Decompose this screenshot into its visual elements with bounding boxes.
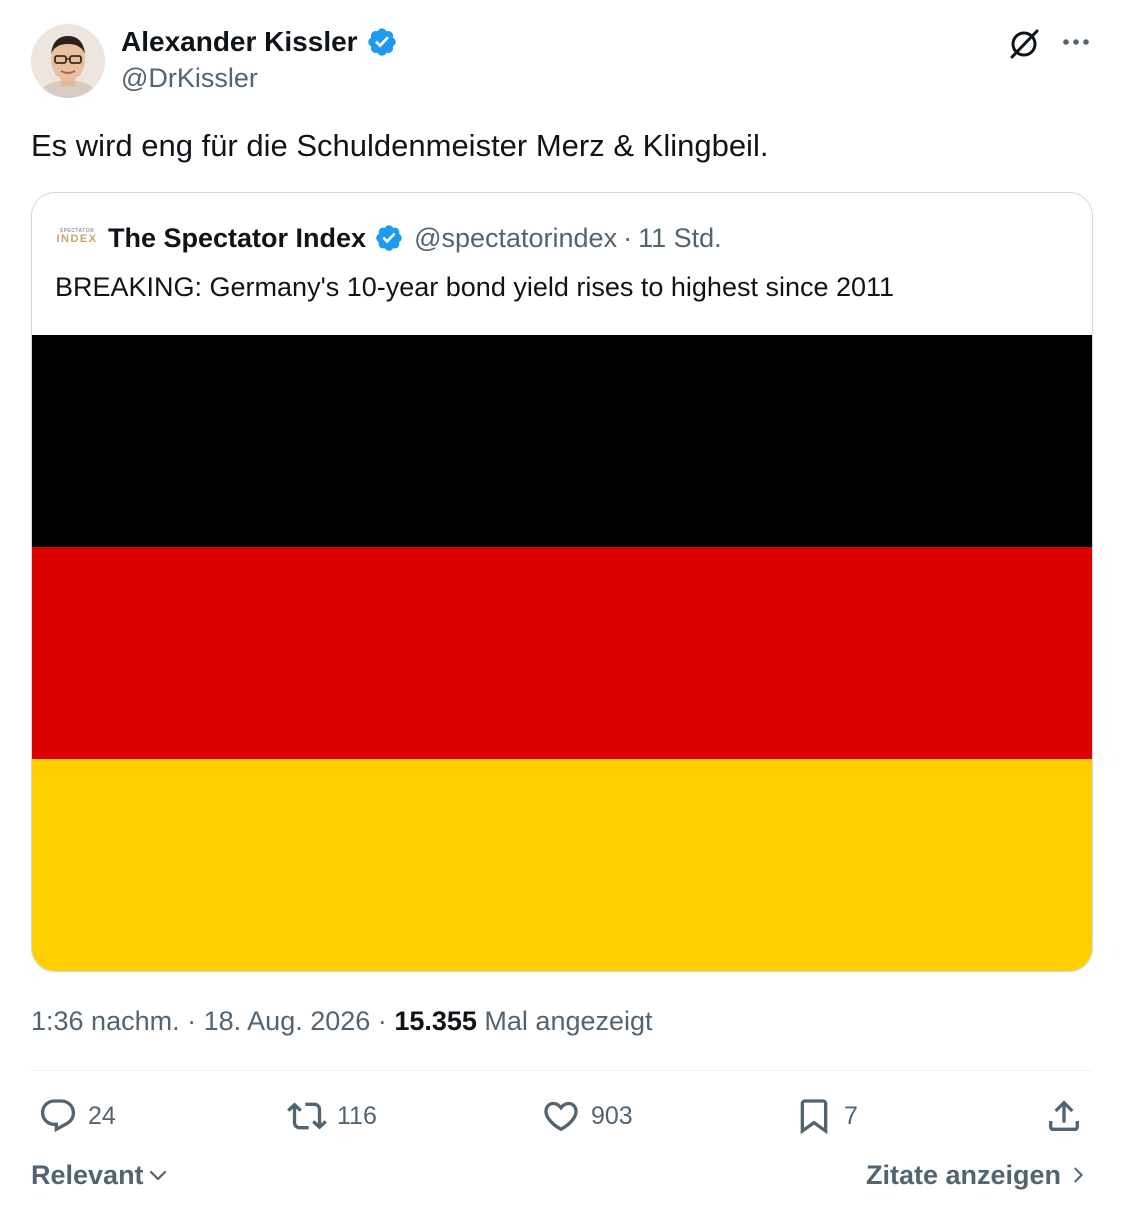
flag-stripe-red — [32, 547, 1092, 759]
germany-flag-image[interactable] — [32, 335, 1092, 971]
flag-stripe-gold — [32, 759, 1092, 971]
views-label: Mal angezeigt — [484, 1006, 653, 1036]
view-quotes-link[interactable]: Zitate anzeigen — [866, 1158, 1089, 1192]
chevron-right-icon — [1074, 1167, 1083, 1183]
tweet-text: Es wird eng für die Schuldenmeister Merz… — [31, 128, 769, 163]
divider — [31, 1070, 1092, 1071]
tweet-meta: 1:36 nachm. · 18. Aug. 2026 · 15.355 Mal… — [31, 1004, 653, 1038]
meta-separator: · — [377, 1006, 387, 1036]
quoted-header: The Spectator Index @spectatorindex · 11… — [108, 221, 722, 255]
grok-icon[interactable] — [1006, 26, 1042, 62]
share-icon — [1049, 1100, 1079, 1131]
retweet-count: 116 — [337, 1101, 377, 1130]
retweet-button[interactable]: 116 — [287, 1096, 377, 1136]
flag-stripe-black — [32, 335, 1092, 547]
reply-count: 24 — [88, 1101, 116, 1130]
like-count: 903 — [591, 1101, 633, 1130]
quoted-logo-big: INDEX — [56, 232, 98, 245]
bookmark-count: 7 — [844, 1101, 858, 1130]
like-icon — [544, 1101, 578, 1132]
reply-icon — [40, 1099, 76, 1133]
sort-label: Relevant — [31, 1160, 144, 1190]
bookmark-button[interactable]: 7 — [794, 1096, 858, 1136]
author-name-row[interactable]: Alexander Kissler — [121, 26, 398, 58]
sort-dropdown[interactable]: Relevant — [31, 1158, 170, 1192]
quoted-separator: · — [623, 223, 633, 253]
more-icon[interactable] — [1058, 27, 1094, 57]
reply-button[interactable]: 24 — [38, 1096, 116, 1136]
verified-badge-icon[interactable] — [366, 26, 398, 58]
like-button[interactable]: 903 — [541, 1096, 633, 1136]
quoted-author-handle[interactable]: @spectatorindex — [414, 221, 617, 255]
chevron-down-icon — [149, 1170, 166, 1181]
quoted-timestamp[interactable]: 11 Std. — [638, 221, 722, 255]
views-count: 15.355 — [394, 1006, 477, 1036]
verified-badge-icon[interactable] — [374, 223, 404, 253]
bookmark-icon — [800, 1099, 828, 1135]
quoted-author-name[interactable]: The Spectator Index — [108, 221, 366, 255]
quoted-author-avatar[interactable]: SPECTATOR INDEX — [55, 227, 99, 245]
avatar-image — [31, 24, 105, 98]
retweet-icon — [287, 1102, 327, 1130]
avatar[interactable] — [31, 24, 105, 98]
tweet-detail: Alexander Kissler @DrKissler Es wird eng… — [0, 0, 1123, 1213]
author-name[interactable]: Alexander Kissler — [121, 26, 358, 58]
meta-separator: · — [187, 1006, 197, 1036]
author-handle[interactable]: @DrKissler — [121, 62, 258, 94]
quoted-tweet-text: BREAKING: Germany's 10-year bond yield r… — [55, 272, 895, 302]
tweet-date[interactable]: 18. Aug. 2026 — [204, 1006, 371, 1036]
quoted-tweet-card[interactable]: SPECTATOR INDEX The Spectator Index @spe… — [31, 192, 1093, 972]
share-button[interactable] — [1044, 1096, 1084, 1136]
tweet-time[interactable]: 1:36 nachm. — [31, 1006, 180, 1036]
quotes-label: Zitate anzeigen — [865, 1160, 1061, 1190]
